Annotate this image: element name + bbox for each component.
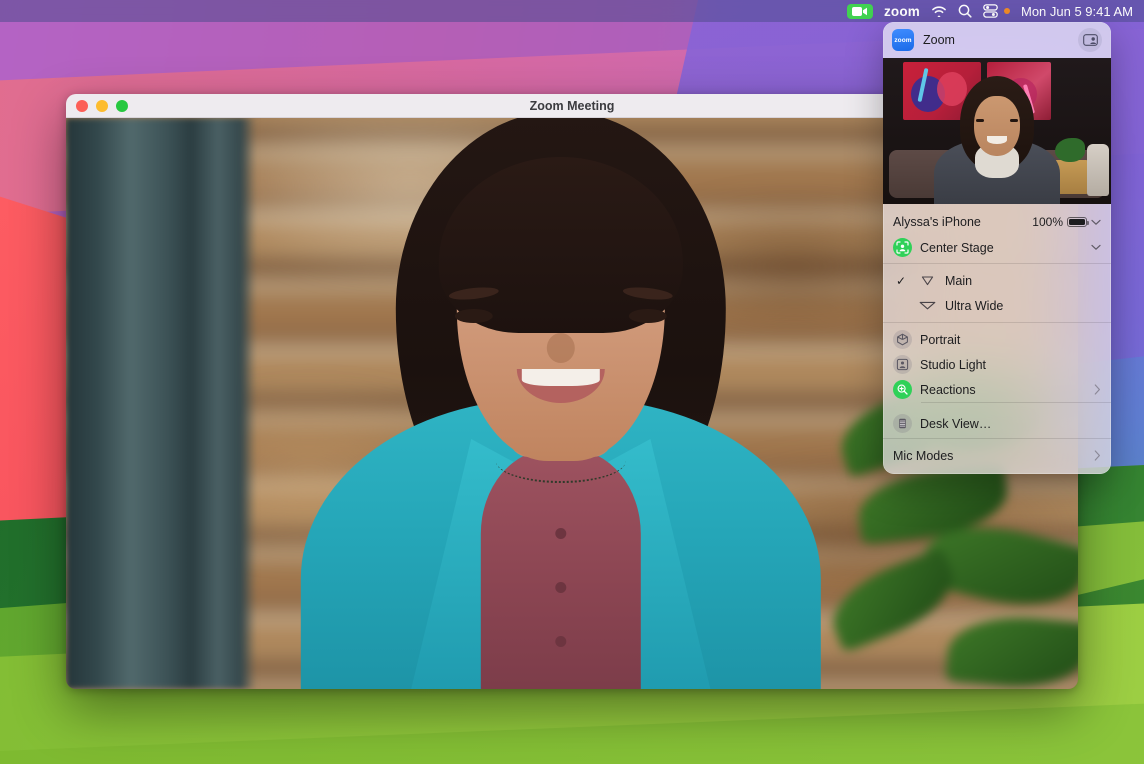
battery-full-icon — [1067, 217, 1087, 227]
desk-view-section: Desk View… — [883, 407, 1111, 438]
desk-view-row[interactable]: Desk View… — [883, 411, 1111, 436]
effect-portrait[interactable]: Portrait — [883, 327, 1111, 352]
menu-bar-status-items: zoom — [847, 0, 1144, 22]
effect-reactions[interactable]: Reactions — [883, 377, 1111, 402]
camera-preview[interactable] — [883, 58, 1111, 204]
mic-modes-row[interactable]: Mic Modes — [883, 442, 1111, 469]
video-preview-icon[interactable] — [1078, 28, 1102, 52]
zoom-app-icon: zoom — [892, 29, 914, 51]
effect-label: Studio Light — [920, 358, 1101, 372]
background-pillar — [66, 118, 256, 689]
window-traffic-lights — [66, 100, 128, 112]
mic-modes-label: Mic Modes — [893, 449, 1086, 463]
chevron-right-icon[interactable] — [1094, 450, 1101, 461]
search-icon[interactable] — [958, 0, 972, 22]
lens-option-ultra-wide[interactable]: Ultra Wide — [883, 293, 1111, 318]
control-center-icon[interactable] — [983, 0, 1010, 22]
lens-main-icon — [917, 275, 937, 286]
studio-light-icon — [893, 355, 912, 374]
menu-bar: zoom — [0, 0, 1144, 22]
video-camera-icon — [847, 4, 873, 19]
device-battery: 100% — [1032, 215, 1101, 229]
wifi-icon[interactable] — [931, 0, 947, 22]
device-row[interactable]: Alyssa's iPhone 100% — [883, 209, 1111, 235]
menu-bar-app-name[interactable]: zoom — [884, 0, 920, 22]
desk-view-label: Desk View… — [920, 417, 1101, 431]
center-stage-label: Center Stage — [920, 241, 1083, 255]
desktop: zoom — [0, 0, 1144, 764]
effect-label: Portrait — [920, 333, 1101, 347]
checkmark-icon: ✓ — [893, 274, 909, 288]
chevron-right-icon[interactable] — [1094, 384, 1101, 395]
center-stage-icon — [893, 238, 912, 257]
chevron-down-icon[interactable] — [1091, 244, 1101, 251]
battery-percent: 100% — [1032, 215, 1063, 229]
panel-app-header: zoom Zoom — [883, 22, 1111, 58]
chevron-down-icon[interactable] — [1091, 219, 1101, 226]
video-effects-control-panel[interactable]: zoom Zoom — [883, 22, 1111, 474]
effects-section: Portrait Studio Light — [883, 323, 1111, 407]
menu-bar-clock[interactable]: Mon Jun 5 9:41 AM — [1021, 0, 1133, 22]
portrait-icon — [893, 330, 912, 349]
close-button[interactable] — [76, 100, 88, 112]
zoom-button[interactable] — [116, 100, 128, 112]
orange-recording-dot — [1004, 8, 1010, 14]
divider — [921, 402, 1111, 403]
lens-ultrawide-icon — [917, 300, 937, 311]
effect-studio-light[interactable]: Studio Light — [883, 352, 1111, 377]
minimize-button[interactable] — [96, 100, 108, 112]
zoom-app-icon-label: zoom — [894, 37, 911, 44]
device-section: Alyssa's iPhone 100% Cen — [883, 204, 1111, 263]
reactions-icon — [893, 380, 912, 399]
lens-option-label: Ultra Wide — [945, 299, 1101, 313]
meeting-participant-video — [281, 129, 841, 689]
lens-options-section: ✓ Main Ultra Wide — [883, 264, 1111, 322]
panel-app-name: Zoom — [923, 33, 1069, 47]
desk-view-icon — [893, 414, 912, 433]
lens-option-main[interactable]: ✓ Main — [883, 268, 1111, 293]
menu-bar-camera-indicator[interactable] — [847, 0, 873, 22]
effect-label: Reactions — [920, 383, 1086, 397]
lens-option-label: Main — [945, 274, 1101, 288]
center-stage-row[interactable]: Center Stage — [883, 235, 1111, 260]
mic-modes-section: Mic Modes — [883, 439, 1111, 474]
device-name: Alyssa's iPhone — [893, 215, 1024, 229]
